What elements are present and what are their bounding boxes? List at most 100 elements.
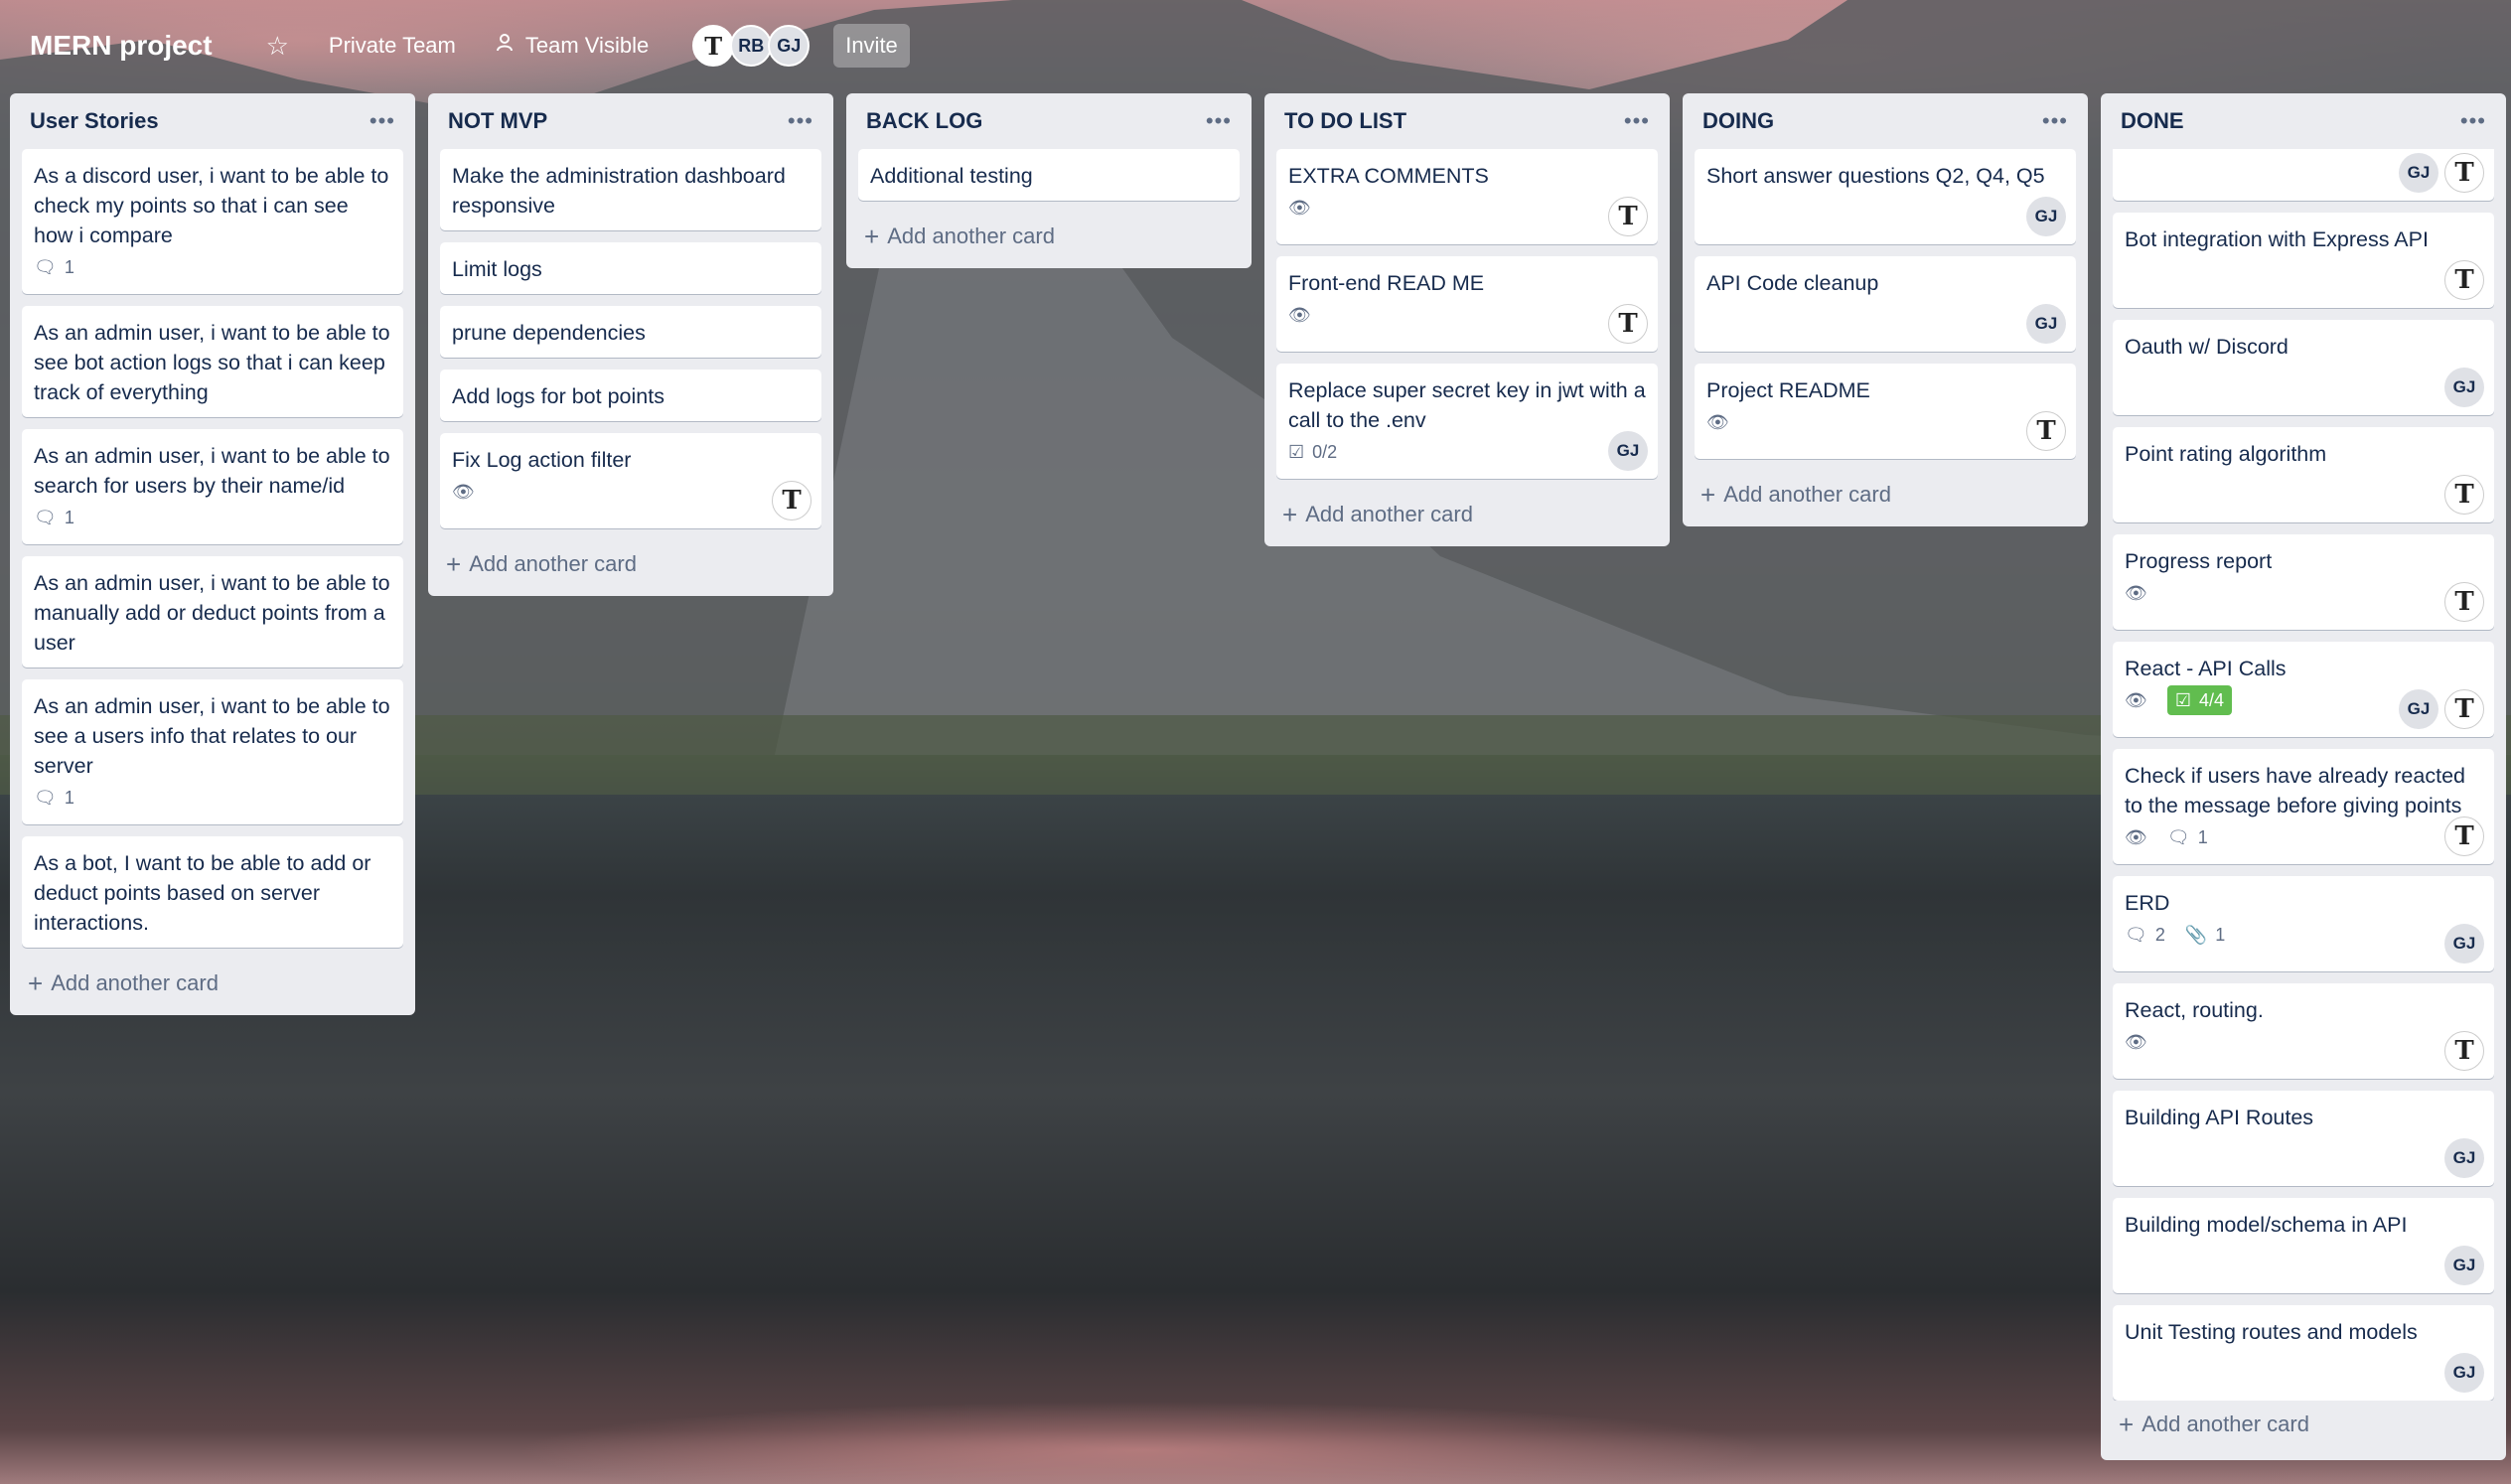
board-header: MERN project ☆ Private Team Team Visible… <box>0 0 2511 91</box>
list-menu-icon[interactable]: ••• <box>2460 108 2486 134</box>
add-card-button[interactable]: + Add another card <box>1695 471 2076 519</box>
add-card-button[interactable]: + Add another card <box>440 540 821 588</box>
plus-icon: + <box>1282 499 1298 529</box>
avatar[interactable]: RB <box>730 25 773 67</box>
list-title[interactable]: TO DO LIST <box>1284 108 1406 134</box>
avatar[interactable]: GJ <box>2444 1246 2484 1285</box>
card[interactable]: prune dependencies <box>440 306 821 358</box>
avatar[interactable]: GJ <box>1608 431 1648 471</box>
list-title[interactable]: NOT MVP <box>448 108 547 134</box>
card[interactable]: Check if users have already reacted to t… <box>2113 749 2494 864</box>
add-card-button[interactable]: + Add another card <box>2113 1401 2494 1448</box>
card[interactable]: Add logs for bot points <box>440 370 821 421</box>
avatar[interactable]: T <box>2444 816 2484 856</box>
avatar[interactable]: T <box>2444 1031 2484 1071</box>
done-card-scroll[interactable]: GJ T Bot integration with Express API T O… <box>2113 149 2494 1401</box>
card[interactable]: Fix Log action filter 👁 T <box>440 433 821 528</box>
list-header: DONE ••• <box>2113 93 2494 149</box>
card[interactable]: As an admin user, i want to be able to m… <box>22 556 403 668</box>
attachments-badge: 📎 1 <box>2185 920 2225 950</box>
card-title: API Code cleanup <box>1706 271 1879 295</box>
card[interactable]: As an admin user, i want to be able to s… <box>22 306 403 417</box>
card[interactable]: Additional testing <box>858 149 1240 201</box>
card[interactable]: React - API Calls 👁 ☑ 4/4 GJ T <box>2113 642 2494 737</box>
comments-badge: 🗨 1 <box>2167 822 2208 852</box>
avatar[interactable]: T <box>2444 582 2484 622</box>
add-card-button[interactable]: + Add another card <box>22 960 403 1007</box>
card[interactable]: As an admin user, i want to be able to s… <box>22 679 403 824</box>
card[interactable]: Building model/schema in API GJ <box>2113 1198 2494 1293</box>
avatar[interactable]: T <box>2026 411 2066 451</box>
paperclip-icon: 📎 <box>2184 925 2208 945</box>
list-title[interactable]: DOING <box>1702 108 1774 134</box>
card[interactable]: Short answer questions Q2, Q4, Q5 GJ <box>1695 149 2076 244</box>
avatar[interactable]: T <box>2444 475 2484 515</box>
card[interactable]: Unit Testing routes and models GJ <box>2113 1305 2494 1401</box>
list-title[interactable]: DONE <box>2121 108 2184 134</box>
avatar[interactable]: T <box>2444 689 2484 729</box>
add-card-button[interactable]: + Add another card <box>1276 491 1658 538</box>
card[interactable]: Replace super secret key in jwt with a c… <box>1276 364 1658 479</box>
comments-badge: 🗨 2 <box>2125 920 2165 950</box>
avatar[interactable]: GJ <box>2444 1138 2484 1178</box>
visibility-label: Team Visible <box>524 33 650 58</box>
plus-icon: + <box>446 548 462 579</box>
comments-badge: 🗨 1 <box>34 503 74 532</box>
card[interactable]: As a bot, I want to be able to add or de… <box>22 836 403 948</box>
add-card-button[interactable]: + Add another card <box>858 213 1240 260</box>
avatar[interactable]: T <box>692 25 735 67</box>
card[interactable]: Point rating algorithm T <box>2113 427 2494 522</box>
card[interactable]: Project README 👁 T <box>1695 364 2076 459</box>
visibility-button[interactable]: Team Visible <box>482 24 663 68</box>
invite-button[interactable]: Invite <box>833 24 910 68</box>
card-title: Limit logs <box>452 257 542 281</box>
card[interactable]: As a discord user, i want to be able to … <box>22 149 403 294</box>
list-menu-icon[interactable]: ••• <box>369 108 395 134</box>
avatar[interactable]: T <box>2444 260 2484 300</box>
list-menu-icon[interactable]: ••• <box>2042 108 2068 134</box>
avatar[interactable]: GJ <box>2444 368 2484 407</box>
avatar[interactable]: GJ <box>2026 304 2066 344</box>
card[interactable]: Progress report 👁 T <box>2113 534 2494 630</box>
avatar[interactable]: GJ <box>2026 197 2066 236</box>
card-title: Project README <box>1706 378 1870 402</box>
avatar[interactable]: T <box>772 481 812 520</box>
star-button[interactable]: ☆ <box>252 24 303 68</box>
list-title[interactable]: User Stories <box>30 108 159 134</box>
board-title[interactable]: MERN project <box>30 30 213 62</box>
list-header: NOT MVP ••• <box>440 93 821 149</box>
list-menu-icon[interactable]: ••• <box>1206 108 1232 134</box>
card[interactable]: React, routing. 👁 T <box>2113 983 2494 1079</box>
card[interactable]: Building API Routes GJ <box>2113 1091 2494 1186</box>
avatar[interactable]: T <box>1608 304 1648 344</box>
avatar[interactable]: T <box>1608 197 1648 236</box>
star-icon: ☆ <box>265 30 289 61</box>
avatar[interactable]: GJ <box>2444 1353 2484 1393</box>
card[interactable]: Oauth w/ Discord GJ <box>2113 320 2494 415</box>
checklist-badge: ☑ 0/2 <box>1288 437 1337 467</box>
list-menu-icon[interactable]: ••• <box>788 108 813 134</box>
team-button[interactable]: Private Team <box>315 24 470 68</box>
avatar[interactable]: T <box>2444 153 2484 193</box>
plus-icon: + <box>28 967 44 998</box>
card[interactable]: As an admin user, i want to be able to s… <box>22 429 403 544</box>
card[interactable]: GJ T <box>2113 149 2494 201</box>
avatar[interactable]: GJ <box>2399 153 2438 193</box>
avatar[interactable]: GJ <box>768 25 811 67</box>
card[interactable]: Bot integration with Express API T <box>2113 213 2494 308</box>
card[interactable]: Front-end READ ME 👁 T <box>1276 256 1658 352</box>
card[interactable]: Limit logs <box>440 242 821 294</box>
card[interactable]: EXTRA COMMENTS 👁 T <box>1276 149 1658 244</box>
card-title: Oauth w/ Discord <box>2125 335 2289 359</box>
avatar[interactable]: GJ <box>2399 689 2438 729</box>
list-title[interactable]: BACK LOG <box>866 108 982 134</box>
checklist-complete-badge: ☑ 4/4 <box>2166 685 2233 715</box>
list-menu-icon[interactable]: ••• <box>1624 108 1650 134</box>
avatar[interactable]: GJ <box>2444 924 2484 964</box>
list-to-do: TO DO LIST ••• EXTRA COMMENTS 👁 T Front-… <box>1264 93 1670 546</box>
card[interactable]: ERD 🗨 2 📎 1 GJ <box>2113 876 2494 971</box>
card[interactable]: API Code cleanup GJ <box>1695 256 2076 352</box>
card-title: Point rating algorithm <box>2125 442 2327 466</box>
card-title: Add logs for bot points <box>452 384 665 408</box>
card[interactable]: Make the administration dashboard respon… <box>440 149 821 230</box>
